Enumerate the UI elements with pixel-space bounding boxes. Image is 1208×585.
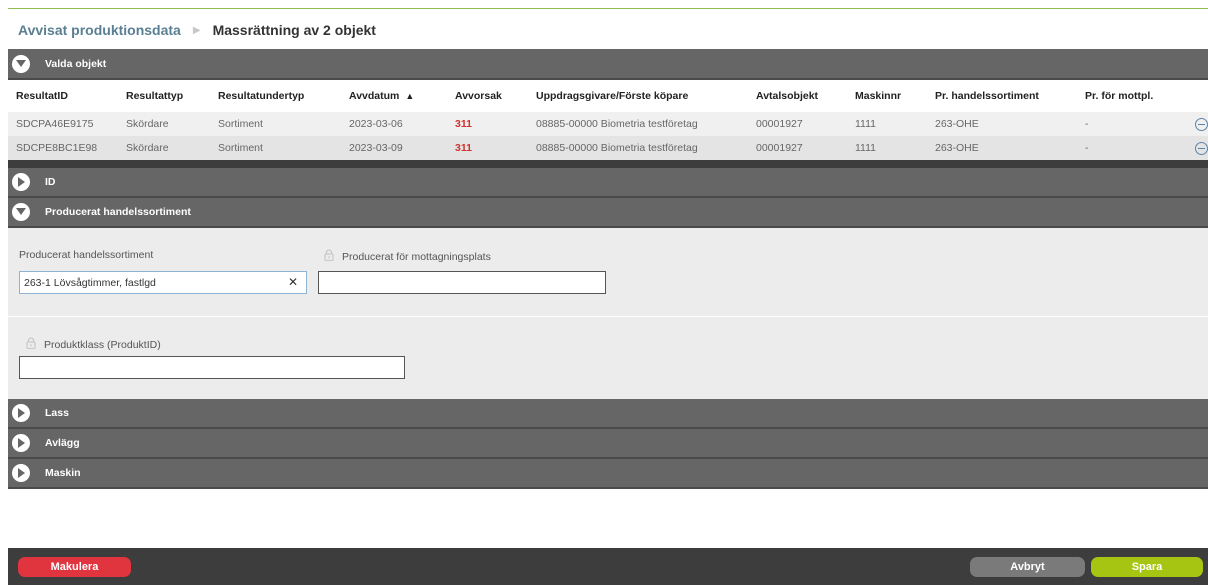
sort-ascending-icon: ▲ (405, 91, 415, 101)
section-id-header[interactable]: ID (8, 168, 1208, 198)
section-maskin-header[interactable]: Maskin (8, 459, 1208, 489)
section-title: Producerat handelssortiment (45, 206, 191, 218)
handelssortiment-input[interactable]: 263-1 Lövsågtimmer, fastlgd ✕ (19, 271, 307, 294)
cell-pr-handelssortiment: 263-OHE (927, 112, 1077, 136)
cell-avtalsobjekt: 00001927 (748, 136, 847, 160)
chevron-right-circle-icon (12, 434, 30, 452)
produktklass-input[interactable] (19, 356, 405, 379)
section-lass-header[interactable]: Lass (8, 399, 1208, 429)
breadcrumb-separator-icon: ▶ (192, 24, 201, 36)
cell-maskinnr: 1111 (847, 112, 927, 136)
produktklass-label-wrap: Produktklass (ProduktID) (26, 337, 161, 352)
cell-resultattyp: Skördare (118, 112, 210, 136)
column-header-pr-for-mottpl[interactable]: Pr. för mottpl. (1077, 80, 1186, 112)
mottagningsplats-label-wrap: Producerat för mottagningsplats (324, 249, 491, 264)
cell-resultatundertyp: Sortiment (210, 136, 341, 160)
top-accent-line (8, 8, 1208, 9)
mottagningsplats-input[interactable] (318, 271, 606, 294)
cell-resultattyp: Skördare (118, 136, 210, 160)
breadcrumb-parent[interactable]: Avvisat produktionsdata (18, 22, 181, 38)
chevron-right-circle-icon (12, 173, 30, 191)
cell-pr-for-mottpl: - (1077, 136, 1186, 160)
cell-uppdragsgivare: 08885-00000 Biometria testföretag (528, 112, 748, 136)
column-header-actions (1186, 80, 1208, 112)
column-header-uppdragsgivare[interactable]: Uppdragsgivare/Förste köpare (528, 80, 748, 112)
column-header-pr-handelssortiment[interactable]: Pr. handelssortiment (927, 80, 1077, 112)
minus-circle-icon[interactable] (1195, 141, 1208, 155)
selected-objects-table: ResultatID Resultattyp Resultatundertyp … (8, 80, 1208, 160)
handelssortiment-value: 263-1 Lövsågtimmer, fastlgd (24, 276, 156, 289)
breadcrumb: Avvisat produktionsdata ▶ Massrättning a… (18, 20, 376, 40)
column-header-resultatundertyp[interactable]: Resultatundertyp (210, 80, 341, 112)
makulera-button[interactable]: Makulera (18, 557, 131, 577)
cell-resultatid: SDCPE8BC1E98 (8, 136, 118, 160)
clear-icon[interactable]: ✕ (288, 275, 298, 289)
handelssortiment-label: Producerat handelssortiment (19, 249, 154, 261)
cell-avtalsobjekt: 00001927 (748, 112, 847, 136)
table-row: SDCPE8BC1E98 Skördare Sortiment 2023-03-… (8, 136, 1208, 160)
cell-pr-for-mottpl: - (1077, 112, 1186, 136)
section-divider (8, 160, 1208, 168)
cell-resultatundertyp: Sortiment (210, 112, 341, 136)
footer-bar: Makulera Avbryt Spara (8, 548, 1208, 585)
cell-maskinnr: 1111 (847, 136, 927, 160)
section-avlagg-header[interactable]: Avlägg (8, 429, 1208, 459)
mottagningsplats-label: Producerat för mottagningsplats (342, 250, 491, 263)
column-header-avtalsobjekt[interactable]: Avtalsobjekt (748, 80, 847, 112)
section-title: Avlägg (45, 437, 80, 449)
cell-resultatid: SDCPA46E9175 (8, 112, 118, 136)
table-header-row: ResultatID Resultattyp Resultatundertyp … (8, 80, 1208, 112)
spara-button[interactable]: Spara (1091, 557, 1203, 577)
avbryt-button[interactable]: Avbryt (970, 557, 1085, 577)
section-title: Valda objekt (45, 57, 107, 70)
column-header-avvorsak[interactable]: Avvorsak (447, 80, 528, 112)
chevron-right-circle-icon (12, 404, 30, 422)
lock-icon (324, 249, 334, 264)
chevron-down-circle-icon (12, 203, 30, 221)
produktklass-label: Produktklass (ProduktID) (44, 338, 161, 351)
cell-avvorsak: 311 (447, 112, 528, 136)
cell-avvorsak: 311 (447, 136, 528, 160)
main-content: Valda objekt ResultatID Resultattyp Resu… (8, 49, 1208, 489)
column-header-resultattyp[interactable]: Resultattyp (118, 80, 210, 112)
column-header-resultatid[interactable]: ResultatID (8, 80, 118, 112)
producerat-form: Producerat handelssortiment 263-1 Lövsåg… (8, 228, 1208, 399)
chevron-down-circle-icon (12, 54, 30, 73)
cell-actions (1186, 112, 1208, 136)
minus-circle-icon[interactable] (1195, 117, 1208, 131)
cell-pr-handelssortiment: 263-OHE (927, 136, 1077, 160)
column-header-avvdatum[interactable]: Avvdatum ▲ (341, 80, 447, 112)
cell-actions (1186, 136, 1208, 160)
chevron-right-circle-icon (12, 464, 30, 482)
cell-avvdatum: 2023-03-06 (341, 112, 447, 136)
form-row-produktklass: Produktklass (ProduktID) (8, 317, 1208, 399)
lock-icon (26, 337, 36, 352)
cell-uppdragsgivare: 08885-00000 Biometria testföretag (528, 136, 748, 160)
section-producerat-header[interactable]: Producerat handelssortiment (8, 198, 1208, 228)
column-header-label: Avvdatum (349, 90, 400, 102)
cell-avvdatum: 2023-03-09 (341, 136, 447, 160)
section-valda-objekt-header[interactable]: Valda objekt (8, 49, 1208, 80)
section-title: Maskin (45, 467, 81, 479)
page-title: Massrättning av 2 objekt (212, 22, 376, 38)
form-row-sortiment: Producerat handelssortiment 263-1 Lövsåg… (8, 228, 1208, 317)
table-row: SDCPA46E9175 Skördare Sortiment 2023-03-… (8, 112, 1208, 136)
section-title: Lass (45, 407, 69, 419)
section-title: ID (45, 176, 56, 188)
column-header-maskinnr[interactable]: Maskinnr (847, 80, 927, 112)
